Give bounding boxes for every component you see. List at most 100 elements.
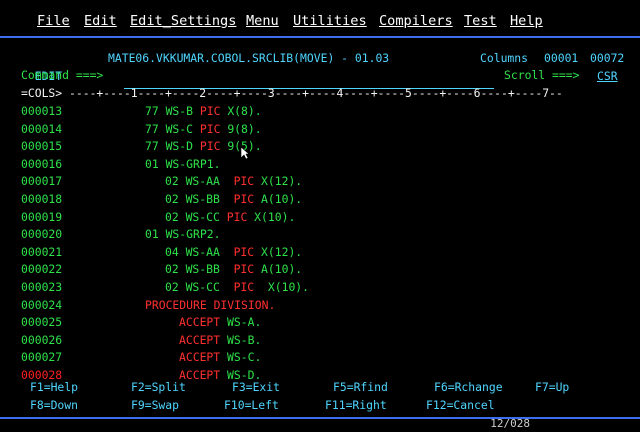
line-number[interactable]: 000027	[21, 349, 62, 367]
code-token: 02 WS-CC	[165, 210, 227, 224]
line-number[interactable]: 000023	[21, 279, 62, 297]
menu-edit[interactable]: Edit	[84, 13, 117, 31]
source-line[interactable]: 000017 02 WS-AA PIC X(12).	[0, 173, 640, 190]
menu-bar: File Edit Edit_Settings Menu Utilities C…	[0, 0, 640, 36]
source-line[interactable]: 000024 PROCEDURE DIVISION.	[0, 297, 640, 314]
line-number[interactable]: 000021	[21, 244, 62, 262]
line-number[interactable]: 000025	[21, 314, 62, 332]
keyword-token: PIC	[200, 122, 227, 136]
pfkey-f3[interactable]: F3=Exit	[232, 379, 280, 397]
source-line[interactable]: 000027 ACCEPT WS-C.	[0, 349, 640, 366]
bottom-divider	[0, 417, 640, 419]
cols-ruler: =COLS> ----+----1----+----2----+----3---…	[21, 85, 563, 103]
code-token: 02 WS-BB	[165, 262, 234, 276]
code-token: 01 WS-GRP1.	[145, 157, 220, 171]
code-token: 77 WS-B	[145, 104, 200, 118]
keyword-token: ACCEPT	[179, 350, 227, 364]
keyword-token: PIC	[200, 104, 227, 118]
source-text[interactable]: 02 WS-AA PIC X(12).	[165, 173, 302, 191]
source-line[interactable]: 000023 02 WS-CC PIC X(10).	[0, 279, 640, 296]
command-label: Command ===>	[21, 67, 103, 85]
menu-file[interactable]: File	[37, 13, 70, 31]
line-number[interactable]: 000017	[21, 173, 62, 191]
pfkey-f2[interactable]: F2=Split	[131, 379, 186, 397]
menu-compilers[interactable]: Compilers	[379, 13, 453, 31]
source-line[interactable]: 000014 77 WS-C PIC 9(8).	[0, 121, 640, 138]
keyword-token: ACCEPT	[179, 315, 227, 329]
code-token: 77 WS-C	[145, 122, 200, 136]
code-token: X(12).	[261, 245, 302, 259]
line-number[interactable]: 000022	[21, 261, 62, 279]
source-line[interactable]: 000026 ACCEPT WS-B.	[0, 332, 640, 349]
pfkey-f11[interactable]: F11=Right	[325, 397, 387, 415]
pfkey-f12[interactable]: F12=Cancel	[426, 397, 495, 415]
code-token: A(10).	[261, 192, 302, 206]
source-line[interactable]: 000013 77 WS-B PIC X(8).	[0, 103, 640, 120]
keyword-token: PIC	[234, 174, 261, 188]
source-text[interactable]: ACCEPT WS-B.	[179, 332, 261, 350]
source-line[interactable]: 000016 01 WS-GRP1.	[0, 156, 640, 173]
source-text[interactable]: PROCEDURE DIVISION.	[145, 297, 275, 315]
source-text[interactable]: 77 WS-C PIC 9(8).	[145, 121, 262, 139]
source-text[interactable]: 04 WS-AA PIC X(12).	[165, 244, 302, 262]
scroll-amount-input[interactable]: CSR	[597, 68, 618, 86]
pfkey-f7[interactable]: F7=Up	[535, 379, 569, 397]
code-token: 04 WS-AA	[165, 245, 234, 259]
source-text[interactable]: 02 WS-CC PIC X(10).	[165, 209, 295, 227]
keyword-token: PIC	[227, 210, 254, 224]
source-text[interactable]: 77 WS-B PIC X(8).	[145, 103, 262, 121]
line-number[interactable]: 000014	[21, 121, 62, 139]
source-line[interactable]: 000018 02 WS-BB PIC A(10).	[0, 191, 640, 208]
line-number[interactable]: 000018	[21, 191, 62, 209]
line-number[interactable]: 000026	[21, 332, 62, 350]
line-number[interactable]: 000019	[21, 209, 62, 227]
code-token: A(10).	[261, 262, 302, 276]
header-line: EDIT	[21, 50, 62, 68]
source-text[interactable]: ACCEPT WS-A.	[179, 314, 261, 332]
source-text[interactable]: 02 WS-BB PIC A(10).	[165, 191, 302, 209]
menu-edit-settings[interactable]: Edit_Settings	[130, 13, 236, 31]
line-number[interactable]: 000016	[21, 156, 62, 174]
keyword-token: PIC	[234, 192, 261, 206]
code-token: 77 WS-D	[145, 139, 200, 153]
menu-utilities[interactable]: Utilities	[293, 13, 367, 31]
line-number[interactable]: 000015	[21, 138, 62, 156]
source-text[interactable]: 02 WS-CC PIC X(10).	[165, 279, 309, 297]
pfkey-f10[interactable]: F10=Left	[224, 397, 279, 415]
keyword-token: PIC	[234, 280, 268, 294]
source-line[interactable]: 000019 02 WS-CC PIC X(10).	[0, 209, 640, 226]
source-line[interactable]: 000025 ACCEPT WS-A.	[0, 314, 640, 331]
pfkey-f9[interactable]: F9=Swap	[131, 397, 179, 415]
code-token: WS-C.	[227, 350, 261, 364]
menu-test[interactable]: Test	[464, 13, 497, 31]
source-text[interactable]: 01 WS-GRP1.	[145, 156, 220, 174]
menu-menu[interactable]: Menu	[246, 13, 279, 31]
dataset-name: MATE06.VKKUMAR.COBOL.SRCLIB(MOVE) - 01.0…	[108, 50, 389, 68]
code-token: WS-A.	[227, 315, 261, 329]
pfkey-f5[interactable]: F5=Rfind	[333, 379, 388, 397]
code-token: 02 WS-CC	[165, 280, 234, 294]
source-line[interactable]: 000021 04 WS-AA PIC X(12).	[0, 244, 640, 261]
keyword-token: PIC	[234, 245, 261, 259]
pfkey-f1[interactable]: F1=Help	[30, 379, 78, 397]
source-text[interactable]: 02 WS-BB PIC A(10).	[165, 261, 302, 279]
code-token: X(10).	[268, 280, 309, 294]
mouse-pointer-icon	[240, 146, 250, 160]
pfkey-f6[interactable]: F6=Rchange	[434, 379, 503, 397]
source-line[interactable]: 000020 01 WS-GRP2.	[0, 226, 640, 243]
line-number[interactable]: 000024	[21, 297, 62, 315]
pfkey-f8[interactable]: F8=Down	[30, 397, 78, 415]
code-token: 02 WS-AA	[165, 174, 234, 188]
code-token: X(8).	[227, 104, 261, 118]
source-text[interactable]: 01 WS-GRP2.	[145, 226, 220, 244]
menu-help[interactable]: Help	[510, 13, 543, 31]
keyword-token: ACCEPT	[179, 368, 227, 382]
keyword-token: PIC	[200, 139, 227, 153]
source-line[interactable]: 000022 02 WS-BB PIC A(10).	[0, 261, 640, 278]
line-number[interactable]: 000013	[21, 103, 62, 121]
code-token: 9(8).	[227, 122, 261, 136]
status-hint: 12/028	[490, 415, 530, 432]
source-text[interactable]: ACCEPT WS-C.	[179, 349, 261, 367]
source-line[interactable]: 00001577 WS-D PIC 9(5).	[0, 138, 640, 155]
line-number[interactable]: 000020	[21, 226, 62, 244]
